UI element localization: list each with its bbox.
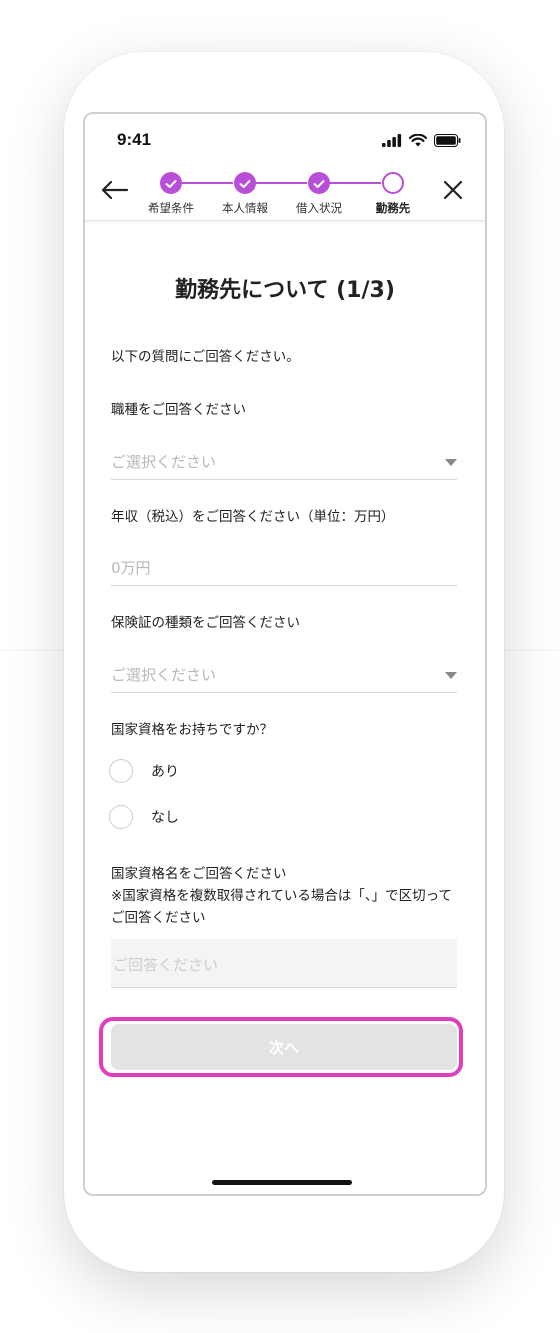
- caret-down-icon: [445, 459, 457, 466]
- radio-button[interactable]: [109, 759, 133, 783]
- income-placeholder: 0万円: [111, 559, 151, 577]
- insurance-label: 保険証の種類をご回答ください: [111, 615, 300, 631]
- radio-label-no: なし: [151, 810, 179, 826]
- income-label: 年収（税込）をご回答ください（単位：万円）: [111, 509, 395, 525]
- home-indicator: [212, 1180, 352, 1185]
- step-label-3: 借入状況: [296, 201, 342, 215]
- progress-stepper: 希望条件 本人情報 借入状況 勤務先: [135, 170, 435, 220]
- intro-text: 以下の質問にご回答ください。: [111, 349, 300, 365]
- page-title: 勤務先について (1/3): [175, 278, 395, 303]
- occupation-label: 職種をご回答ください: [111, 402, 246, 418]
- close-icon: [443, 180, 463, 204]
- step-2-completed: [234, 172, 256, 194]
- step-label-2: 本人情報: [222, 201, 268, 215]
- license-name-placeholder: ご回答ください: [113, 956, 219, 974]
- step-4-current: [382, 172, 404, 194]
- close-button[interactable]: [439, 178, 467, 206]
- step-label-4: 勤務先: [375, 201, 411, 215]
- phone-screen: 9:41 希望条件 本人情報 借入状況 勤務先 勤務先について (1/3) 以下…: [83, 112, 487, 1196]
- header: 希望条件 本人情報 借入状況 勤務先: [85, 166, 485, 221]
- step-connector: [255, 182, 307, 184]
- arrow-left-icon: [101, 180, 129, 204]
- caret-down-icon: [445, 672, 457, 679]
- insurance-placeholder: ご選択ください: [111, 666, 217, 684]
- step-3-completed: [308, 172, 330, 194]
- income-input[interactable]: 0万円: [111, 547, 457, 586]
- battery-icon: [434, 132, 461, 151]
- next-button[interactable]: 次へ: [111, 1024, 457, 1070]
- license-name-label-line2: ※国家資格を複数取得されている場合は「、」で区切ってご回答ください: [111, 888, 452, 926]
- radio-option-yes[interactable]: あり: [109, 759, 179, 783]
- check-icon: [165, 174, 177, 193]
- radio-option-no[interactable]: なし: [109, 805, 179, 829]
- step-connector: [181, 182, 233, 184]
- license-name-label: 国家資格名をご回答ください ※国家資格を複数取得されている場合は「、」で区切って…: [111, 863, 461, 929]
- license-question: 国家資格をお持ちですか？: [111, 722, 273, 738]
- license-name-label-line1: 国家資格名をご回答ください: [111, 866, 287, 882]
- occupation-placeholder: ご選択ください: [111, 453, 217, 471]
- radio-button[interactable]: [109, 805, 133, 829]
- wifi-icon: [408, 132, 428, 151]
- status-icons: [382, 132, 461, 151]
- occupation-select[interactable]: ご選択ください: [111, 441, 457, 480]
- status-time: 9:41: [117, 130, 152, 149]
- step-1-completed: [160, 172, 182, 194]
- signal-icon: [382, 132, 402, 151]
- check-icon: [239, 174, 251, 193]
- license-name-input[interactable]: ご回答ください: [111, 939, 457, 988]
- back-button[interactable]: [99, 178, 131, 206]
- radio-label-yes: あり: [151, 764, 179, 780]
- check-icon: [313, 174, 325, 193]
- status-bar: 9:41: [85, 114, 485, 166]
- step-connector: [329, 182, 381, 184]
- insurance-select[interactable]: ご選択ください: [111, 654, 457, 693]
- step-label-1: 希望条件: [148, 201, 194, 215]
